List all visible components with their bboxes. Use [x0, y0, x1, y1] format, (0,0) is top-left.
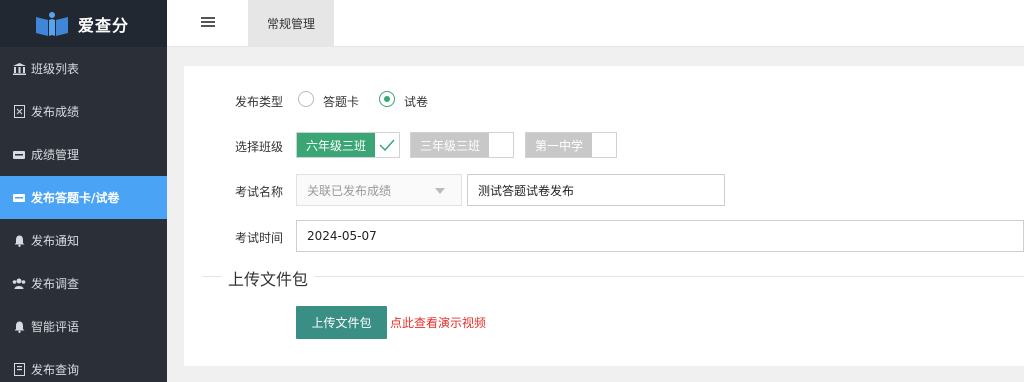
class-toggle-text: 第一中学 [526, 133, 593, 157]
radio-test-paper-label[interactable]: 试卷 [404, 93, 428, 110]
select-class-label: 选择班级 [235, 140, 284, 154]
radio-answer-sheet[interactable] [298, 91, 314, 107]
class-toggle-grade3-class3[interactable]: 三年级三班 [410, 132, 515, 158]
sidebar-item-smart-comments[interactable]: 智能评语 [0, 305, 167, 348]
publish-type-label: 发布类型 [235, 95, 284, 109]
caret-down-icon [435, 188, 445, 194]
logo-icon [34, 11, 70, 37]
sidebar-item-class-list[interactable]: 班级列表 [0, 47, 167, 90]
exam-time-input[interactable]: 2024-05-07 [296, 220, 1024, 252]
upload-package-button[interactable]: 上传文件包 [296, 306, 387, 339]
demo-video-link[interactable]: 点此查看演示视频 [390, 314, 486, 331]
sidebar-item-publish-scores[interactable]: 发布成绩 [0, 90, 167, 133]
bank-icon [12, 62, 26, 76]
card-icon [12, 148, 26, 162]
sidebar-item-label: 智能评语 [31, 320, 80, 334]
toggle-handle [592, 133, 617, 157]
radio-answer-sheet-label[interactable]: 答题卡 [323, 93, 359, 110]
linked-scores-select[interactable]: 关联已发布成绩 [296, 174, 462, 206]
radio-test-paper[interactable] [379, 91, 395, 107]
card-icon [12, 191, 26, 205]
exam-time-label: 考试时间 [235, 231, 284, 245]
users-icon [12, 277, 26, 291]
sidebar-item-label: 发布通知 [31, 234, 80, 248]
doc-icon [12, 105, 26, 119]
sidebar-item-label: 发布调查 [31, 277, 80, 291]
class-toggle-text: 六年级三班 [297, 133, 376, 157]
linked-scores-select-text: 关联已发布成绩 [307, 183, 392, 198]
exam-name-input[interactable]: 测试答题试卷发布 [467, 174, 725, 206]
upload-section-title: 上传文件包 [222, 266, 315, 290]
app-title: 爱查分 [78, 15, 130, 35]
sidebar-item-publish-survey[interactable]: 发布调查 [0, 262, 167, 305]
check-icon [375, 133, 400, 157]
sidebar-item-publish-query[interactable]: 发布查询 [0, 348, 167, 382]
class-toggle-text: 三年级三班 [411, 133, 490, 157]
bell-icon [12, 320, 26, 334]
class-toggle-grade6-class3[interactable]: 六年级三班 [296, 132, 401, 158]
sidebar-item-label: 成绩管理 [31, 148, 80, 162]
exam-name-label: 考试名称 [235, 185, 284, 199]
sidebar-item-label: 班级列表 [31, 62, 80, 76]
bell-icon [12, 234, 26, 248]
doc-icon [12, 363, 26, 377]
top-bar: 常规管理 [167, 0, 1024, 47]
section-divider [202, 276, 1024, 277]
menu-toggle-icon[interactable] [201, 17, 215, 29]
tab-general-management[interactable]: 常规管理 [248, 0, 334, 47]
sidebar-item-label: 发布答题卡/试卷 [31, 191, 120, 205]
sidebar-item-label: 发布查询 [31, 363, 80, 377]
sidebar-item-label: 发布成绩 [31, 105, 80, 119]
logo-bar: 爱查分 [0, 0, 167, 47]
sidebar-item-publish-answer-sheet[interactable]: 发布答题卡/试卷 [0, 176, 167, 219]
sidebar: 爱查分 班级列表 发布成绩 成绩管理 发布答题卡/试卷 发布通知 发布调查 智能… [0, 0, 167, 382]
sidebar-item-publish-notice[interactable]: 发布通知 [0, 219, 167, 262]
sidebar-item-score-management[interactable]: 成绩管理 [0, 133, 167, 176]
toggle-handle [489, 133, 514, 157]
class-toggle-first-middle-school[interactable]: 第一中学 [525, 132, 618, 158]
main-form-panel: 发布类型 答题卡 试卷 选择班级 六年级三班 三年级三班 第一中学 考试名称 关… [184, 66, 1024, 366]
